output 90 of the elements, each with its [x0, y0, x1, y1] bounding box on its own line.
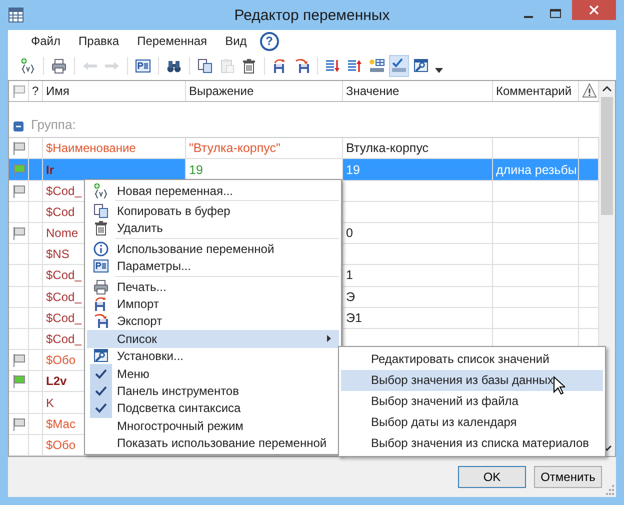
menu-item[interactable]: Правка	[70, 34, 128, 48]
variable-name: $Мас	[46, 416, 76, 431]
group-label: Группа:	[31, 117, 76, 132]
menu-item[interactable]: Многострочный режим	[87, 417, 339, 434]
check-table-icon	[391, 58, 407, 74]
variable-name: $Обо	[46, 353, 76, 368]
wrench-window-icon	[93, 348, 109, 364]
variable-name: $Обо	[46, 438, 76, 452]
tool-button[interactable]	[389, 55, 409, 77]
comment-text: длина резьбы	[496, 162, 577, 176]
column-header[interactable]: Выражение	[186, 81, 343, 101]
value-text: 0	[346, 226, 353, 240]
menu-item[interactable]: Использование переменной	[87, 240, 339, 258]
column-header[interactable]: Имя	[43, 81, 186, 101]
variable-name: $Cod	[46, 204, 75, 219]
window-title: Редактор переменных	[233, 6, 391, 24]
plus-braces-icon	[93, 182, 109, 199]
floppy-arrow-icon	[294, 58, 310, 74]
value-text: Э	[346, 290, 355, 304]
collapse-icon[interactable]	[13, 121, 24, 132]
submenu-arrow-icon	[327, 335, 331, 342]
parameters-icon	[135, 58, 151, 74]
variable-name: L2v	[46, 374, 67, 388]
scroll-thumb[interactable]	[601, 97, 613, 215]
column-header[interactable]: Значение	[343, 81, 493, 101]
menu-item[interactable]: Установки...	[87, 348, 339, 365]
variable-name: $Cod_	[46, 310, 82, 325]
flag-icon	[12, 84, 26, 98]
sort-down-icon	[325, 58, 341, 74]
paste-icon	[219, 58, 235, 74]
dialog-button[interactable]: OK	[458, 466, 526, 488]
menu-item[interactable]: Новая переменная...	[87, 182, 339, 200]
mouse-pointer-icon	[553, 376, 565, 395]
value-text: Э1	[346, 310, 362, 325]
value-text: 1	[346, 268, 353, 282]
help-button[interactable]: ?	[260, 32, 279, 50]
resize-grip-icon[interactable]	[604, 485, 614, 495]
variable-name: $Cod_	[46, 290, 82, 304]
expression-cell[interactable]: "Втулка-корпус"	[186, 138, 343, 158]
trash-icon	[93, 220, 109, 236]
table-star-icon	[369, 58, 385, 74]
menu-item[interactable]: Подсветка синтаксиса	[87, 400, 339, 418]
floppy-arrow-icon	[93, 313, 109, 330]
wrench-window-icon	[413, 58, 429, 74]
variable-name: $NS	[46, 247, 70, 262]
parameters-icon	[93, 258, 109, 274]
variable-name: $Наименование	[46, 141, 136, 156]
menu-item[interactable]: Редактировать список значений	[341, 349, 603, 370]
binoculars-icon	[166, 58, 182, 74]
variable-name: Nome	[46, 226, 78, 240]
menu-item[interactable]: Переменная	[128, 34, 216, 48]
printer-icon	[93, 278, 109, 295]
caret-icon[interactable]	[435, 68, 443, 72]
table-row[interactable]: Ir 19 19 длина резьбы	[9, 159, 599, 181]
floppy-arrow-icon	[93, 296, 109, 312]
copy-icon	[197, 58, 213, 74]
variable-name: $Cod_	[46, 332, 82, 346]
check-icon	[90, 364, 112, 384]
copy-icon	[93, 203, 109, 220]
menu-item[interactable]: Показать использование переменной	[87, 434, 339, 452]
menu-item[interactable]: Выбор значения из списка материалов	[341, 433, 603, 454]
variable-name: Ir	[46, 162, 54, 176]
column-header[interactable]: Комментарий	[493, 81, 579, 101]
plus-braces-icon	[20, 58, 36, 74]
sort-up-icon	[347, 58, 363, 74]
menu-item[interactable]: Файл	[22, 34, 70, 48]
menu-item[interactable]: Список	[87, 330, 339, 348]
menu-item[interactable]: Копировать в буфер	[87, 202, 339, 220]
app-icon	[8, 7, 24, 23]
variable-name: $Cod_	[46, 268, 82, 282]
menu-item[interactable]: Импорт	[87, 295, 339, 313]
trash-icon	[241, 58, 257, 74]
menu-item[interactable]: Выбор значения из базы данных	[341, 370, 603, 391]
info-icon	[93, 240, 109, 257]
column-header[interactable]: ?	[29, 81, 43, 101]
menu-item[interactable]: Удалить	[87, 220, 339, 238]
expression-cell[interactable]: 19	[186, 159, 343, 180]
floppy-arrow-icon	[272, 58, 288, 74]
value-text: 19	[346, 162, 360, 176]
menu-item[interactable]: Экспорт	[87, 312, 339, 330]
value-text: Втулка-корпус	[346, 141, 429, 156]
menu-item[interactable]: Вид	[216, 34, 256, 48]
menu-item[interactable]: Выбор даты из календаря	[341, 412, 603, 433]
printer-icon	[51, 58, 67, 74]
dialog-button[interactable]: Отменить	[534, 466, 602, 488]
variable-name: K	[46, 396, 54, 410]
variable-name: $Cod_	[46, 184, 82, 198]
menu-item[interactable]: Выбор значений из файла	[341, 391, 603, 412]
close-icon[interactable]	[572, 0, 616, 20]
check-icon	[90, 398, 112, 418]
